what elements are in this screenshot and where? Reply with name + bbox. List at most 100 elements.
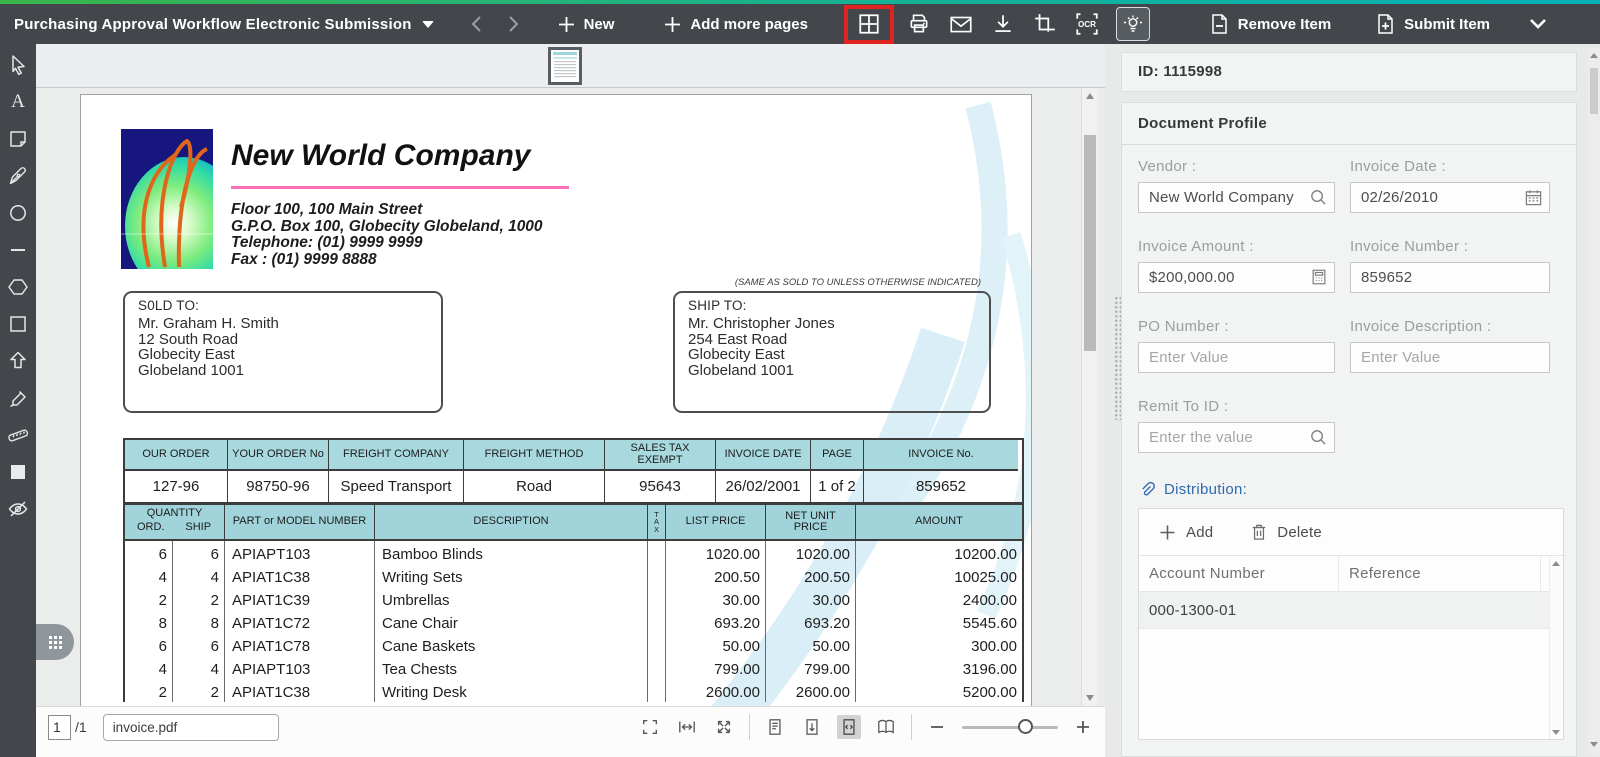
add-more-pages-button[interactable]: Add more pages: [664, 16, 808, 33]
workflow-dropdown-caret-icon[interactable]: [422, 21, 434, 28]
calendar-icon[interactable]: [1524, 188, 1543, 212]
email-button[interactable]: [940, 5, 982, 43]
book-view-button[interactable]: [874, 715, 898, 739]
invoice-page: New World Company Floor 100, 100 Main St…: [80, 94, 1032, 706]
sold-to-address: Mr. Graham H. Smith 12 South Road Globec…: [138, 316, 441, 378]
distribution-add-button[interactable]: Add: [1159, 524, 1213, 541]
fit-width-button[interactable]: [675, 715, 699, 739]
filename-input[interactable]: [103, 714, 279, 741]
expand-toolbar-button[interactable]: [1528, 17, 1548, 31]
remit-to-id-input[interactable]: [1138, 422, 1335, 453]
ellipse-tool[interactable]: [6, 201, 30, 224]
text-tool-icon: A: [11, 91, 25, 113]
item-row: 44 APIAPT103Tea Chests 799.00799.003196.…: [125, 656, 1022, 679]
triangle-up-icon: [1086, 93, 1094, 99]
scroll-down-button[interactable]: [1082, 690, 1098, 706]
page-grid-button[interactable]: [848, 5, 890, 43]
invoice-date-input[interactable]: [1350, 182, 1550, 213]
account-number-cell[interactable]: 000-1300-01: [1139, 592, 1541, 628]
distribution-row[interactable]: 000-1300-01: [1139, 592, 1563, 629]
text-tool[interactable]: A: [6, 90, 30, 113]
po-number-input[interactable]: [1138, 342, 1335, 373]
ruler-tool[interactable]: [6, 423, 30, 446]
ship-to-note: (SAME AS SOLD TO UNLESS OTHERWISE INDICA…: [641, 277, 981, 288]
remove-item-button[interactable]: Remove Item: [1209, 13, 1331, 35]
scrollbar-thumb[interactable]: [1084, 135, 1096, 351]
order-cell: Road: [464, 471, 605, 502]
download-button[interactable]: [982, 5, 1024, 43]
document-canvas[interactable]: New World Company Floor 100, 100 Main St…: [36, 89, 1105, 706]
order-table-values: 127-96 98750-96 Speed Transport Road 956…: [125, 471, 1022, 502]
page-thumbnail[interactable]: [548, 47, 582, 85]
vendor-input[interactable]: [1138, 182, 1335, 213]
zoom-slider[interactable]: [962, 715, 1058, 739]
item-row: 88 APIAT1C72Cane Chair 693.20693.205545.…: [125, 610, 1022, 633]
scroll-down-button[interactable]: [1590, 742, 1598, 747]
next-page-button[interactable]: [505, 14, 522, 34]
line-tool[interactable]: [6, 238, 30, 261]
lamp-button[interactable]: [1116, 7, 1150, 41]
highlighter-tool[interactable]: [6, 386, 30, 409]
hide-annotations-tool[interactable]: [6, 497, 30, 520]
scrollbar-thumb[interactable]: [1590, 68, 1598, 114]
viewer-scrollbar[interactable]: [1081, 88, 1097, 706]
scroll-up-button[interactable]: [1552, 561, 1560, 566]
prev-page-button[interactable]: [468, 14, 485, 34]
submit-item-button[interactable]: Submit Item: [1375, 13, 1490, 35]
items-table-header: QUANTITY ORD.SHIP PART or MODEL NUMBER D…: [125, 505, 1022, 541]
ship-to-line: Globeland 1001: [688, 363, 989, 379]
single-page-icon: [767, 718, 783, 736]
triangle-up-icon: [1590, 53, 1598, 58]
item-row: 44 APIAT1C38Writing Sets 200.50200.50100…: [125, 564, 1022, 587]
tax-header: TAX: [648, 505, 666, 541]
pen-tool[interactable]: [6, 164, 30, 187]
workflow-title[interactable]: Purchasing Approval Workflow Electronic …: [14, 16, 412, 33]
pointer-tool[interactable]: [6, 53, 30, 76]
chevron-down-icon: [1528, 17, 1548, 31]
vendor-label: Vendor :: [1138, 158, 1335, 175]
fit-page-button[interactable]: [712, 715, 736, 739]
continuous-view-button[interactable]: [800, 715, 824, 739]
polygon-tool[interactable]: [6, 275, 30, 298]
search-icon[interactable]: [1309, 188, 1328, 212]
scroll-up-button[interactable]: [1082, 88, 1098, 104]
rectangle-tool[interactable]: [6, 312, 30, 335]
zoom-in-button[interactable]: [1071, 715, 1095, 739]
distribution-delete-button[interactable]: Delete: [1251, 523, 1322, 541]
section-title: Document Profile: [1122, 103, 1576, 145]
distribution-link[interactable]: Distribution:: [1138, 481, 1576, 498]
page-number-input[interactable]: [48, 715, 71, 740]
separator: [911, 714, 912, 740]
account-number-column-header[interactable]: Account Number: [1139, 556, 1339, 591]
scroll-down-button[interactable]: [1552, 730, 1560, 735]
ellipse-icon: [8, 203, 28, 223]
scroll-up-button[interactable]: [1590, 53, 1598, 58]
invoice-description-input[interactable]: [1350, 342, 1550, 373]
thumbnails-tab-button[interactable]: [36, 624, 74, 660]
filled-rectangle-tool[interactable]: [6, 460, 30, 483]
sold-to-line: Globecity East: [138, 347, 441, 363]
note-tool[interactable]: [6, 127, 30, 150]
slider-knob[interactable]: [1018, 719, 1033, 734]
calculator-icon[interactable]: [1310, 268, 1328, 291]
fullscreen-button[interactable]: [638, 715, 662, 739]
order-col-header: FREIGHT METHOD: [464, 440, 605, 471]
crop-button[interactable]: [1024, 5, 1066, 43]
page-source-view-button[interactable]: [837, 715, 861, 739]
distribution-scrollbar[interactable]: [1549, 557, 1563, 739]
ocr-button[interactable]: OCR: [1066, 5, 1108, 43]
arrow-tool[interactable]: [6, 349, 30, 372]
invoice-number-input[interactable]: [1350, 262, 1550, 293]
single-page-view-button[interactable]: [763, 715, 787, 739]
zoom-out-button[interactable]: [925, 715, 949, 739]
print-button[interactable]: [898, 5, 940, 43]
highlight-box: [844, 5, 894, 44]
panel-scrollbar[interactable]: [1588, 48, 1600, 755]
invoice-description-label: Invoice Description :: [1350, 318, 1550, 335]
document-id-header: ID: 1115998: [1121, 52, 1577, 92]
search-icon[interactable]: [1309, 428, 1328, 452]
document-profile-panel: ID: 1115998 Document Profile Vendor : In…: [1105, 44, 1600, 757]
invoice-amount-input[interactable]: [1138, 262, 1335, 293]
new-button[interactable]: New: [558, 16, 615, 33]
reference-column-header[interactable]: Reference: [1339, 556, 1541, 591]
